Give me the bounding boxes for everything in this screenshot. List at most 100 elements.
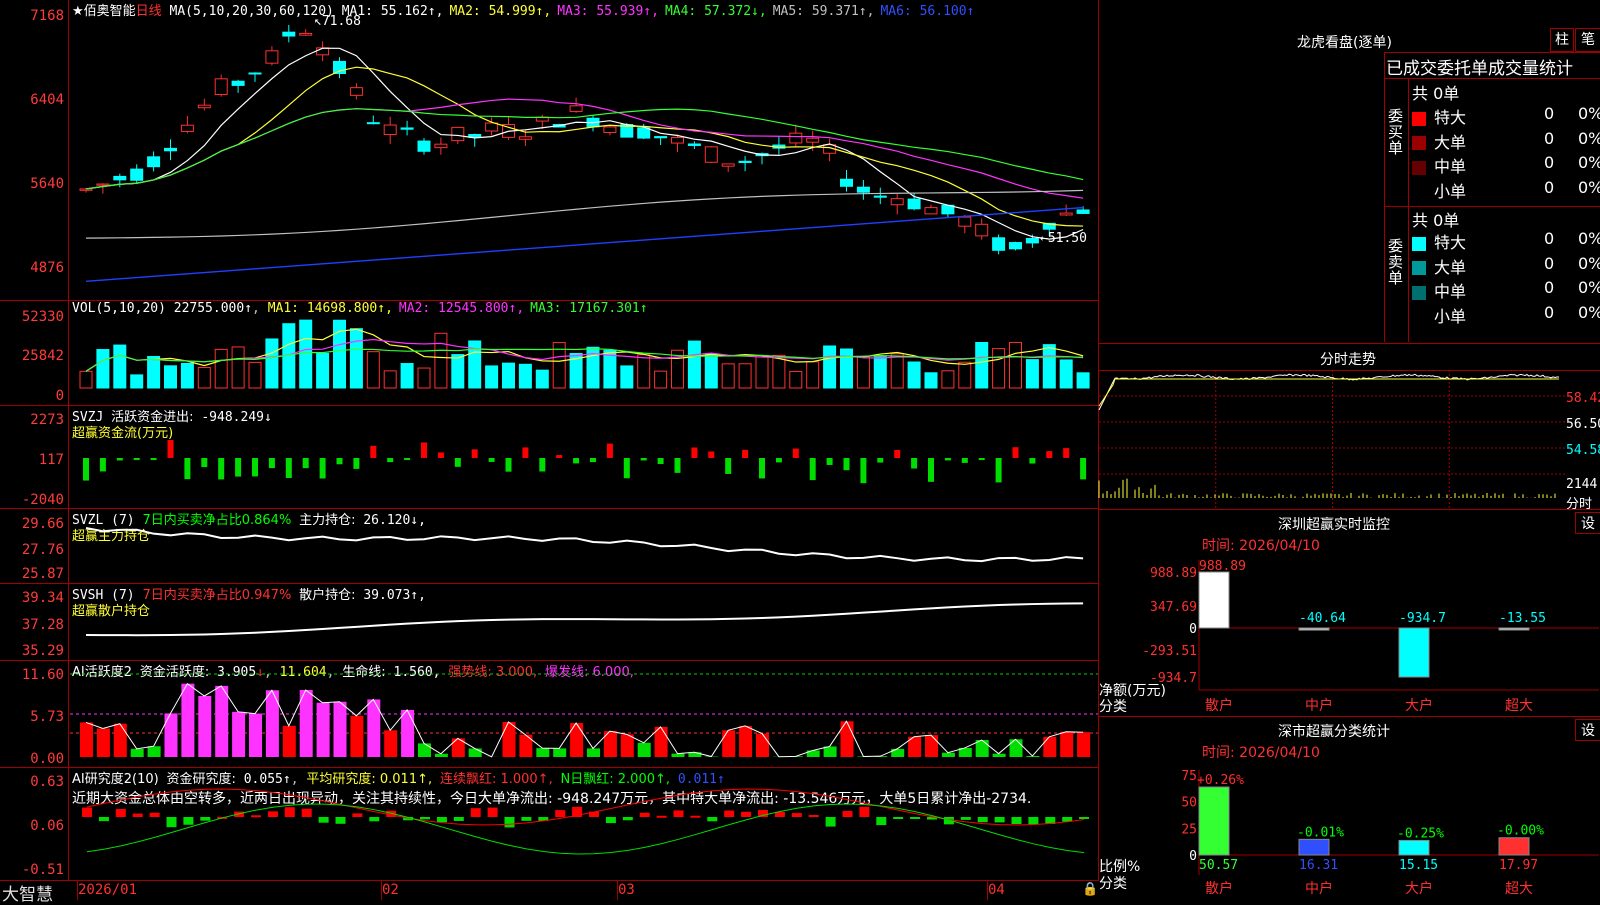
- candle-body: [739, 161, 751, 162]
- flow-bar: [894, 450, 900, 458]
- class-bar: [1199, 787, 1229, 855]
- activity-bar: [672, 754, 685, 757]
- research-bar: [200, 817, 210, 821]
- sz-monitor-chart[interactable]: 988.89347.690-293.51-934.7988.89散户-40.64…: [1099, 550, 1600, 715]
- flow-bar: [691, 447, 697, 458]
- bar-mode-button[interactable]: 柱: [1550, 28, 1574, 52]
- activity-bar: [1010, 739, 1023, 757]
- ma6-line: [86, 208, 1083, 282]
- flow-bar: [83, 458, 89, 481]
- brand-logo[interactable]: 大智慧: [2, 880, 53, 905]
- sz-monitor-x-label: 分类: [1099, 696, 1127, 716]
- divider: [1099, 716, 1600, 717]
- flow-bar: [641, 458, 647, 460]
- flow-bar: [725, 458, 731, 474]
- sz-class-settings-button[interactable]: 设: [1575, 719, 1600, 741]
- research-bar: [657, 816, 667, 818]
- lock-icon[interactable]: 🔒: [1082, 882, 1098, 897]
- flow-bar: [320, 458, 326, 479]
- activity-bar: [418, 743, 431, 757]
- monitor-bar-label: -934.7: [1399, 611, 1446, 626]
- flow-bar: [404, 458, 410, 460]
- monitor-bar-label: -13.55: [1499, 611, 1546, 626]
- candle-body: [976, 224, 988, 236]
- sell-side-label: 委卖单: [1388, 238, 1404, 286]
- divider: [1384, 52, 1385, 342]
- order-count: 0: [1544, 129, 1554, 148]
- pen-mode-button[interactable]: 笔: [1575, 28, 1600, 52]
- research-bar: [640, 813, 650, 817]
- sz-class-x-label: 分类: [1099, 873, 1127, 893]
- flow-bar: [184, 458, 190, 479]
- candlestick-chart[interactable]: [0, 0, 1099, 300]
- main-holding-chart[interactable]: [0, 508, 1099, 583]
- order-row: 特大: [1412, 104, 1466, 128]
- dragon-title: 龙虎看盘(逐单): [1297, 32, 1392, 52]
- candle-body: [908, 199, 920, 209]
- flow-bar: [793, 449, 799, 458]
- volume-bar: [148, 356, 160, 388]
- research-chart[interactable]: [0, 767, 1099, 880]
- flow-bar: [1013, 447, 1019, 458]
- order-label: 特大: [1434, 233, 1466, 252]
- research-bar: [183, 817, 193, 825]
- ma2-line: [86, 67, 1083, 226]
- class-y-tick: 0: [1189, 849, 1197, 864]
- flow-bar: [810, 458, 816, 480]
- x-tick-mark: [381, 880, 382, 900]
- activity-bar: [181, 684, 194, 757]
- monitor-bar: [1499, 628, 1529, 630]
- volume-bar: [739, 364, 751, 388]
- class-bar: [1399, 840, 1429, 855]
- volume-bar: [1077, 373, 1089, 388]
- research-bar: [623, 817, 633, 820]
- retail-holding-chart[interactable]: [0, 583, 1099, 660]
- research-bar: [471, 808, 481, 817]
- activity-chart[interactable]: [0, 660, 1099, 767]
- flow-bar: [928, 458, 934, 482]
- candle-body: [790, 133, 802, 143]
- sz-monitor-settings-button[interactable]: 设: [1575, 512, 1600, 534]
- volume-bar: [841, 349, 853, 388]
- intraday-price-tick: 58.42: [1566, 391, 1600, 406]
- flow-bar: [303, 458, 309, 468]
- intraday-chart[interactable]: [1099, 370, 1566, 508]
- candle-body: [519, 137, 531, 139]
- candle-body: [80, 189, 92, 190]
- activity-bar: [469, 748, 482, 757]
- flow-bar: [1080, 458, 1086, 479]
- flow-bar: [860, 458, 866, 483]
- volume-bar: [80, 371, 92, 388]
- fund-flow-chart[interactable]: [0, 405, 1099, 508]
- research-bar: [369, 817, 379, 821]
- intraday-price-line: [1099, 374, 1559, 410]
- candle-body: [672, 138, 684, 144]
- candle-body: [604, 127, 616, 133]
- class-category: 散户: [1205, 880, 1233, 897]
- research-bar: [352, 813, 362, 817]
- sz-class-chart[interactable]: 7550250+0.26%50.57散户-0.01%16.31中户-0.25%1…: [1099, 755, 1600, 900]
- activity-bar: [976, 740, 989, 757]
- x-tick: 03: [618, 882, 635, 898]
- flow-bar: [590, 458, 596, 462]
- activity-bar: [1060, 732, 1073, 757]
- order-row: 中单: [1412, 278, 1466, 302]
- order-row: 大单: [1412, 129, 1466, 153]
- class-category: 超大: [1505, 881, 1533, 897]
- class-category: 大户: [1405, 880, 1433, 897]
- class-value: 16.31: [1299, 858, 1338, 873]
- class-value: 15.15: [1399, 858, 1438, 873]
- monitor-category: 中户: [1305, 697, 1333, 714]
- activity-bar: [198, 696, 211, 757]
- research-bar: [555, 810, 565, 817]
- candle-body: [215, 79, 227, 95]
- volume-bar: [824, 346, 836, 388]
- activity-bar: [519, 735, 532, 757]
- class-y-tick: 25: [1181, 822, 1197, 837]
- activity-bar: [655, 727, 668, 757]
- flow-bar: [539, 458, 545, 471]
- class-bar: [1299, 839, 1329, 855]
- divider: [1099, 343, 1600, 344]
- volume-bar: [266, 339, 278, 388]
- volume-chart[interactable]: [0, 300, 1099, 405]
